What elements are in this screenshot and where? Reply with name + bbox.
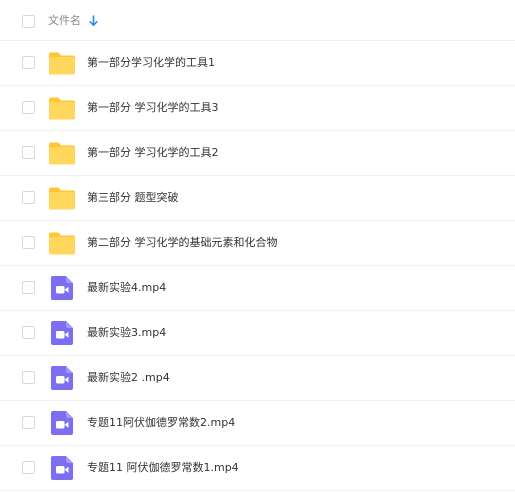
file-name[interactable]: 最新实验4.mp4 bbox=[87, 280, 166, 296]
folder-row[interactable]: 第二部分 学习化学的基础元素和化合物 bbox=[0, 221, 515, 266]
row-checkbox[interactable] bbox=[22, 461, 35, 474]
file-name[interactable]: 第三部分 题型突破 bbox=[87, 190, 179, 206]
row-checkbox[interactable] bbox=[22, 281, 35, 294]
folder-icon bbox=[48, 185, 76, 211]
row-checkbox[interactable] bbox=[22, 416, 35, 429]
row-checkbox[interactable] bbox=[22, 371, 35, 384]
file-row[interactable]: 专题11阿伏伽德罗常数2.mp4 bbox=[0, 401, 515, 446]
file-name[interactable]: 专题11阿伏伽德罗常数2.mp4 bbox=[87, 415, 235, 431]
row-checkbox[interactable] bbox=[22, 326, 35, 339]
row-checkbox[interactable] bbox=[22, 236, 35, 249]
file-name[interactable]: 最新实验3.mp4 bbox=[87, 325, 166, 341]
folder-row[interactable]: 第一部分 学习化学的工具3 bbox=[0, 86, 515, 131]
folder-row[interactable]: 第一部分 学习化学的工具2 bbox=[0, 131, 515, 176]
file-name[interactable]: 第一部分 学习化学的工具2 bbox=[87, 145, 219, 161]
file-row[interactable]: 最新实验2 .mp4 bbox=[0, 356, 515, 401]
file-name[interactable]: 第一部分 学习化学的工具3 bbox=[87, 100, 219, 116]
list-header: 文件名 bbox=[0, 0, 515, 41]
file-row[interactable]: 专题11 阿伏伽德罗常数1.mp4 bbox=[0, 446, 515, 491]
file-row[interactable]: 最新实验3.mp4 bbox=[0, 311, 515, 356]
video-file-icon bbox=[48, 275, 76, 301]
row-checkbox[interactable] bbox=[22, 56, 35, 69]
folder-row[interactable]: 第三部分 题型突破 bbox=[0, 176, 515, 221]
video-file-icon bbox=[48, 320, 76, 346]
file-list: 文件名 第一部分学习化学的工具1 第一部分 学习化学的工具3 第一部分 学习化学… bbox=[0, 0, 515, 493]
file-name[interactable]: 第二部分 学习化学的基础元素和化合物 bbox=[87, 235, 278, 251]
file-name[interactable]: 第一部分学习化学的工具1 bbox=[87, 55, 215, 71]
file-name[interactable]: 专题11 阿伏伽德罗常数1.mp4 bbox=[87, 460, 239, 476]
row-checkbox[interactable] bbox=[22, 191, 35, 204]
video-file-icon bbox=[48, 365, 76, 391]
folder-icon bbox=[48, 230, 76, 256]
folder-row[interactable]: 第一部分学习化学的工具1 bbox=[0, 41, 515, 86]
select-all-checkbox[interactable] bbox=[22, 15, 35, 28]
folder-icon bbox=[48, 50, 76, 76]
column-header-filename[interactable]: 文件名 bbox=[48, 13, 81, 29]
row-checkbox[interactable] bbox=[22, 101, 35, 114]
folder-icon bbox=[48, 140, 76, 166]
arrow-down-icon[interactable] bbox=[89, 15, 98, 27]
row-checkbox[interactable] bbox=[22, 146, 35, 159]
file-row[interactable]: 最新实验4.mp4 bbox=[0, 266, 515, 311]
folder-icon bbox=[48, 95, 76, 121]
file-name[interactable]: 最新实验2 .mp4 bbox=[87, 370, 170, 386]
video-file-icon bbox=[48, 455, 76, 481]
video-file-icon bbox=[48, 410, 76, 436]
